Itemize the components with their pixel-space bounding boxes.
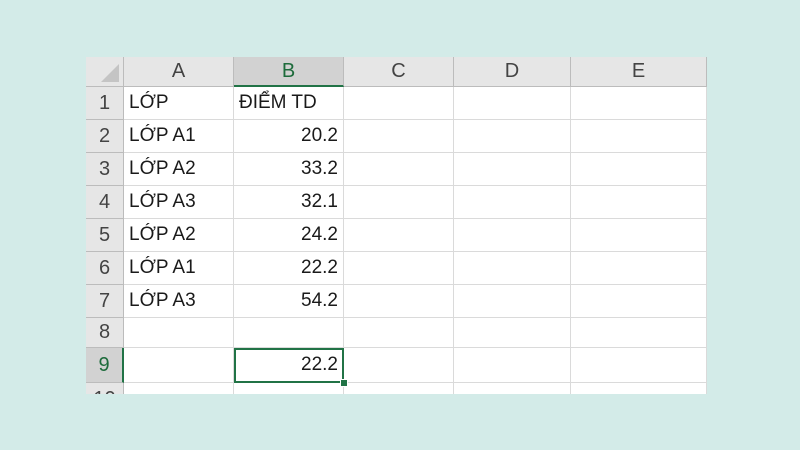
- select-all-button[interactable]: [86, 57, 124, 87]
- cell-d8[interactable]: [454, 318, 571, 348]
- cell-c5[interactable]: [344, 219, 454, 252]
- row-header-9[interactable]: 9: [86, 348, 124, 383]
- cell-b1[interactable]: ĐIỂM TD: [234, 87, 344, 120]
- cell-b2[interactable]: 20.2: [234, 120, 344, 153]
- cell-a6[interactable]: LỚP A1: [124, 252, 234, 285]
- cell-e9[interactable]: [571, 348, 707, 383]
- column-header-e[interactable]: E: [571, 57, 707, 87]
- cell-d6[interactable]: [454, 252, 571, 285]
- fill-handle[interactable]: [340, 379, 348, 387]
- cell-e7[interactable]: [571, 285, 707, 318]
- cell-b8[interactable]: [234, 318, 344, 348]
- column-header-b[interactable]: B: [234, 57, 344, 87]
- cell-b5[interactable]: 24.2: [234, 219, 344, 252]
- cell-c8[interactable]: [344, 318, 454, 348]
- row-header-8[interactable]: 8: [86, 318, 124, 348]
- row-header-3[interactable]: 3: [86, 153, 124, 186]
- cell-b6[interactable]: 22.2: [234, 252, 344, 285]
- row-header-4[interactable]: 4: [86, 186, 124, 219]
- cell-c6[interactable]: [344, 252, 454, 285]
- cell-e6[interactable]: [571, 252, 707, 285]
- cell-e10[interactable]: [571, 383, 707, 394]
- spreadsheet-grid: A B C D E 1 LỚP ĐIỂM TD 2 LỚP A1 20.2 3 LỚP A2 33.2 4 L…: [86, 57, 707, 394]
- cell-a5[interactable]: LỚP A2: [124, 219, 234, 252]
- select-all-icon: [101, 64, 119, 82]
- cell-e2[interactable]: [571, 120, 707, 153]
- cell-a7[interactable]: LỚP A3: [124, 285, 234, 318]
- cell-b4[interactable]: 32.1: [234, 186, 344, 219]
- cell-c7[interactable]: [344, 285, 454, 318]
- cell-e4[interactable]: [571, 186, 707, 219]
- cell-c10[interactable]: [344, 383, 454, 394]
- cell-e3[interactable]: [571, 153, 707, 186]
- cell-c2[interactable]: [344, 120, 454, 153]
- row-header-2[interactable]: 2: [86, 120, 124, 153]
- cell-a4[interactable]: LỚP A3: [124, 186, 234, 219]
- cell-c1[interactable]: [344, 87, 454, 120]
- cell-e5[interactable]: [571, 219, 707, 252]
- cell-e1[interactable]: [571, 87, 707, 120]
- cell-c3[interactable]: [344, 153, 454, 186]
- row-header-5[interactable]: 5: [86, 219, 124, 252]
- cell-b10[interactable]: [234, 383, 344, 394]
- cell-d7[interactable]: [454, 285, 571, 318]
- cell-e8[interactable]: [571, 318, 707, 348]
- cell-d9[interactable]: [454, 348, 571, 383]
- cell-c9[interactable]: [344, 348, 454, 383]
- cell-a1[interactable]: LỚP: [124, 87, 234, 120]
- cell-b3[interactable]: 33.2: [234, 153, 344, 186]
- cell-a2[interactable]: LỚP A1: [124, 120, 234, 153]
- cell-d10[interactable]: [454, 383, 571, 394]
- column-header-c[interactable]: C: [344, 57, 454, 87]
- cell-d3[interactable]: [454, 153, 571, 186]
- row-header-10[interactable]: 10: [86, 383, 124, 394]
- row-header-7[interactable]: 7: [86, 285, 124, 318]
- row-header-6[interactable]: 6: [86, 252, 124, 285]
- cell-d2[interactable]: [454, 120, 571, 153]
- cell-a10[interactable]: [124, 383, 234, 394]
- cell-a8[interactable]: [124, 318, 234, 348]
- cell-a9[interactable]: [124, 348, 234, 383]
- cell-d5[interactable]: [454, 219, 571, 252]
- row-header-1[interactable]: 1: [86, 87, 124, 120]
- cell-b7[interactable]: 54.2: [234, 285, 344, 318]
- column-header-d[interactable]: D: [454, 57, 571, 87]
- cell-a3[interactable]: LỚP A2: [124, 153, 234, 186]
- column-header-a[interactable]: A: [124, 57, 234, 87]
- cell-b9[interactable]: 22.2: [234, 348, 344, 383]
- cell-c4[interactable]: [344, 186, 454, 219]
- cell-d1[interactable]: [454, 87, 571, 120]
- cell-d4[interactable]: [454, 186, 571, 219]
